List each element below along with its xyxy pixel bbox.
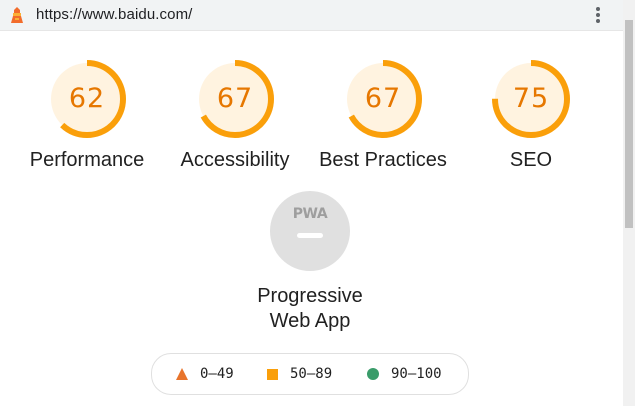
gauge-label: Accessibility xyxy=(180,149,290,171)
pwa-icon: PWA xyxy=(292,206,328,222)
address-bar: https://www.baidu.com/ xyxy=(0,0,623,31)
legend-fail-range: 0–49 xyxy=(200,366,234,382)
performance-gauge[interactable]: 62 xyxy=(46,58,128,140)
gauge-label: Performance xyxy=(29,149,145,171)
seo-gauge[interactable]: 75 xyxy=(490,58,572,140)
pwa-dash-icon xyxy=(297,233,323,238)
gauge-score: 67 xyxy=(364,83,402,114)
scrollbar-thumb[interactable] xyxy=(625,20,633,228)
gauge-label: Best Practices xyxy=(319,149,447,171)
legend-average-range: 50–89 xyxy=(290,366,333,382)
pass-circle-icon xyxy=(367,368,379,380)
average-square-icon xyxy=(267,369,278,380)
url-text[interactable]: https://www.baidu.com/ xyxy=(36,6,192,23)
score-legend: 0–49 50–89 90–100 xyxy=(151,353,469,395)
pwa-badge[interactable]: PWA xyxy=(270,191,350,271)
pwa-label: Progressive Web App xyxy=(210,284,410,334)
pwa-label-line1: Progressive xyxy=(257,285,363,307)
gauge-label: SEO xyxy=(509,149,553,171)
legend-pass-range: 90–100 xyxy=(391,366,442,382)
gauge-score: 67 xyxy=(216,83,254,114)
accessibility-gauge[interactable]: 67 xyxy=(194,58,276,140)
pwa-label-line2: Web App xyxy=(269,310,351,332)
fail-triangle-icon xyxy=(176,368,188,380)
gauge-score: 62 xyxy=(68,83,106,114)
kebab-menu-icon[interactable] xyxy=(589,6,607,24)
lighthouse-icon xyxy=(11,7,23,23)
gauge-score: 75 xyxy=(512,83,550,114)
best-practices-gauge[interactable]: 67 xyxy=(342,58,424,140)
